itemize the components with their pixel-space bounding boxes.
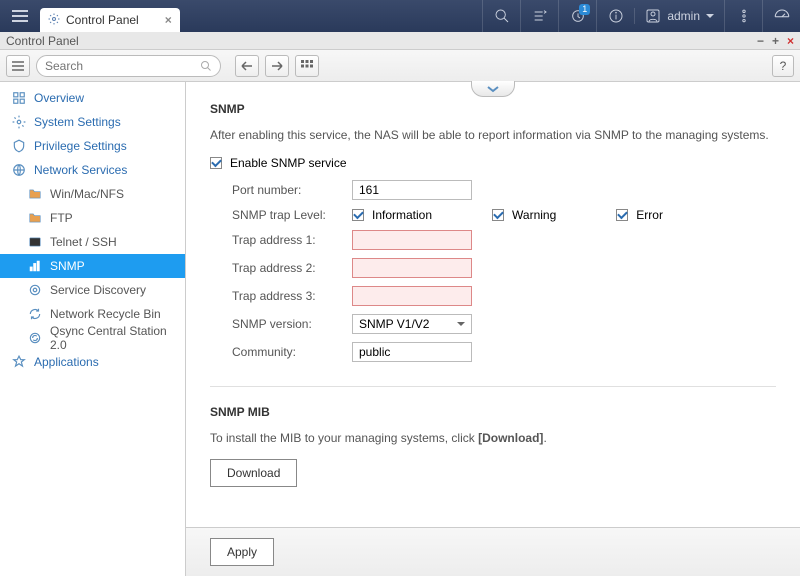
toolbar: ?: [0, 50, 800, 82]
version-label: SNMP version:: [232, 317, 352, 331]
enable-snmp-checkbox[interactable]: [210, 157, 222, 169]
gear-icon: [12, 115, 26, 129]
help-button[interactable]: ?: [772, 55, 794, 77]
trap1-label: Trap address 1:: [232, 233, 352, 247]
sidebar-item-label: Network Services: [34, 163, 127, 177]
enable-snmp-label: Enable SNMP service: [230, 156, 347, 170]
sidebar-item-ftp[interactable]: FTP: [0, 206, 185, 230]
sync-icon: [28, 331, 42, 345]
terminal-icon: [28, 235, 42, 249]
more-button[interactable]: [724, 0, 762, 32]
community-label: Community:: [232, 345, 352, 359]
chevron-down-icon: [457, 322, 465, 330]
tab-control-panel[interactable]: Control Panel ×: [40, 8, 180, 32]
nav-forward-button[interactable]: [265, 55, 289, 77]
sidebar-item-network-services[interactable]: Network Services: [0, 158, 185, 182]
notification-badge: 1: [579, 4, 590, 15]
section-title-mib: SNMP MIB: [210, 405, 776, 419]
sidebar-item-label: Privilege Settings: [34, 139, 127, 153]
sidebar-item-label: Network Recycle Bin: [50, 307, 161, 321]
overview-icon: [12, 91, 26, 105]
trap-level-label: SNMP trap Level:: [232, 208, 352, 222]
close-button[interactable]: ×: [787, 34, 794, 48]
maximize-button[interactable]: +: [772, 34, 779, 48]
chevron-down-icon: [706, 14, 714, 22]
list-view-button[interactable]: [6, 55, 30, 77]
level-warn-label: Warning: [512, 208, 556, 222]
apps-icon: [12, 355, 26, 369]
level-error-checkbox[interactable]: [616, 209, 628, 221]
gear-icon: [48, 13, 60, 28]
sidebar-item-network-recycle-bin[interactable]: Network Recycle Bin: [0, 302, 185, 326]
content-panel: SNMP After enabling this service, the NA…: [186, 82, 800, 576]
user-menu[interactable]: admin: [634, 8, 724, 24]
ftp-icon: [28, 211, 42, 225]
search-input[interactable]: [36, 55, 221, 77]
folder-icon: [28, 187, 42, 201]
sidebar-item-label: Qsync Central Station 2.0: [50, 324, 173, 352]
sidebar-item-label: FTP: [50, 211, 73, 225]
window-titlebar: Control Panel − + ×: [0, 32, 800, 50]
window-title: Control Panel: [6, 34, 79, 48]
sidebar-item-applications[interactable]: Applications: [0, 350, 185, 374]
trap2-input[interactable]: [352, 258, 472, 278]
discovery-icon: [28, 283, 42, 297]
level-info-label: Information: [372, 208, 432, 222]
snmp-icon: [28, 259, 42, 273]
sidebar-item-label: Service Discovery: [50, 283, 146, 297]
trap1-input[interactable]: [352, 230, 472, 250]
snmp-description: After enabling this service, the NAS wil…: [210, 128, 776, 142]
minimize-button[interactable]: −: [757, 34, 764, 48]
notifications-button[interactable]: 1: [558, 0, 596, 32]
search-icon: [200, 60, 212, 72]
level-info-checkbox[interactable]: [352, 209, 364, 221]
tasks-button[interactable]: [520, 0, 558, 32]
recycle-icon: [28, 307, 42, 321]
trap3-label: Trap address 3:: [232, 289, 352, 303]
level-warn-checkbox[interactable]: [492, 209, 504, 221]
mib-description: To install the MIB to your managing syst…: [210, 431, 776, 445]
user-icon: [645, 8, 661, 24]
sidebar-item-win-mac-nfs[interactable]: Win/Mac/NFS: [0, 182, 185, 206]
section-title-snmp: SNMP: [210, 102, 776, 116]
tab-label: Control Panel: [66, 13, 139, 27]
download-button[interactable]: Download: [210, 459, 297, 487]
search-button[interactable]: [482, 0, 520, 32]
level-error-label: Error: [636, 208, 663, 222]
shield-icon: [12, 139, 26, 153]
community-input[interactable]: [352, 342, 472, 362]
trap2-label: Trap address 2:: [232, 261, 352, 275]
version-select[interactable]: SNMP V1/V2: [352, 314, 472, 334]
sidebar-item-label: Telnet / SSH: [50, 235, 117, 249]
hamburger-menu-button[interactable]: [0, 0, 40, 32]
globe-icon: [12, 163, 26, 177]
info-button[interactable]: [596, 0, 634, 32]
sidebar-item-system-settings[interactable]: System Settings: [0, 110, 185, 134]
apply-button[interactable]: Apply: [210, 538, 274, 566]
sidebar-item-snmp[interactable]: SNMP: [0, 254, 185, 278]
expand-panel-button[interactable]: [471, 81, 515, 97]
close-icon[interactable]: ×: [165, 13, 172, 27]
sidebar-item-overview[interactable]: Overview: [0, 86, 185, 110]
nav-back-button[interactable]: [235, 55, 259, 77]
sidebar-item-label: Applications: [34, 355, 99, 369]
sidebar-item-label: System Settings: [34, 115, 121, 129]
port-label: Port number:: [232, 183, 352, 197]
sidebar-item-privilege-settings[interactable]: Privilege Settings: [0, 134, 185, 158]
grid-view-button[interactable]: [295, 55, 319, 77]
sidebar-item-qsync[interactable]: Qsync Central Station 2.0: [0, 326, 185, 350]
sidebar-item-label: Win/Mac/NFS: [50, 187, 124, 201]
sidebar-item-label: Overview: [34, 91, 84, 105]
sidebar: Overview System Settings Privilege Setti…: [0, 82, 186, 576]
sidebar-item-label: SNMP: [50, 259, 85, 273]
port-input[interactable]: [352, 180, 472, 200]
sidebar-item-telnet-ssh[interactable]: Telnet / SSH: [0, 230, 185, 254]
dashboard-button[interactable]: [762, 0, 800, 32]
trap3-input[interactable]: [352, 286, 472, 306]
topbar: Control Panel × 1 admin: [0, 0, 800, 32]
user-name: admin: [667, 9, 700, 23]
content-footer: Apply: [186, 527, 800, 576]
sidebar-item-service-discovery[interactable]: Service Discovery: [0, 278, 185, 302]
